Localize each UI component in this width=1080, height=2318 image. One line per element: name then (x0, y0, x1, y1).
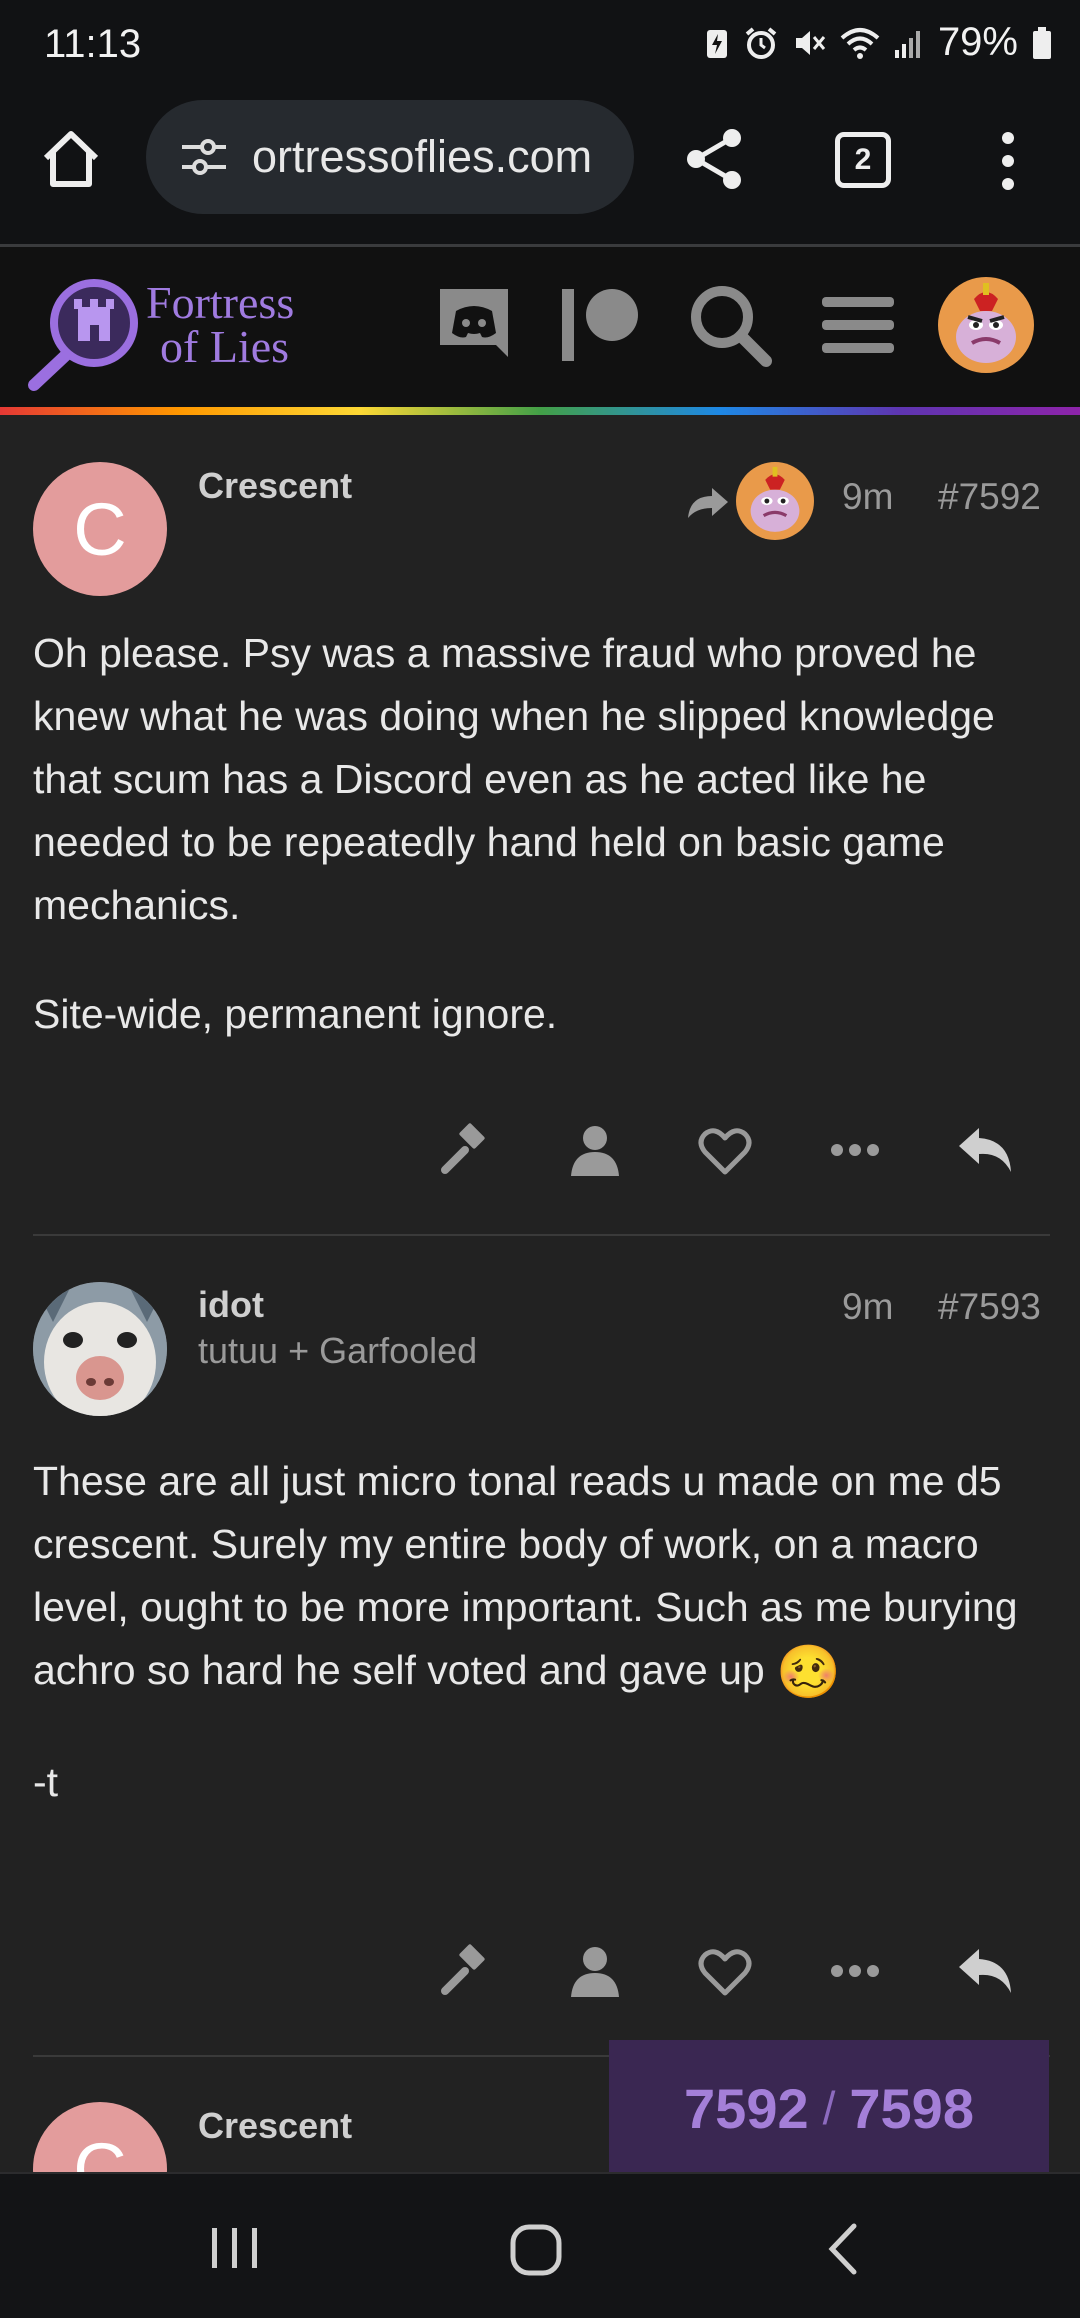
gavel-icon (441, 1944, 485, 1995)
username[interactable]: Crescent (198, 465, 352, 507)
url-text[interactable]: ortressoflies.com (252, 131, 592, 183)
wifi-icon (840, 27, 880, 59)
post-body: These are all just micro tonal reads u m… (33, 1450, 1053, 1860)
heart-icon (698, 1949, 752, 1996)
logo-text: Fortress of Lies (146, 277, 295, 372)
cat-photo-avatar (33, 1282, 167, 1416)
user-icon (571, 1126, 619, 1176)
discord-icon (440, 289, 508, 357)
username[interactable]: Crescent (198, 2105, 352, 2147)
more-button[interactable] (820, 1936, 890, 2006)
gavel-icon (441, 1123, 485, 1174)
alarm-icon (745, 26, 777, 59)
site-settings-icon[interactable] (176, 129, 232, 185)
reply-to-avatar (736, 462, 814, 540)
back-nav-icon (828, 2223, 857, 2275)
logo-line2: of Lies (160, 321, 290, 372)
address-bar[interactable]: ortressoflies.com (146, 100, 634, 214)
tabs-button[interactable]: 2 (835, 132, 891, 188)
heart-icon (698, 1128, 752, 1175)
like-button[interactable] (690, 1115, 760, 1185)
logo-line1: Fortress (146, 277, 295, 328)
reply-to-indicator[interactable] (686, 460, 816, 540)
system-nav-bar (0, 2172, 1080, 2318)
rainbow-divider (0, 407, 1080, 415)
username[interactable]: idot (198, 1284, 264, 1326)
user-card-button[interactable] (560, 1115, 630, 1185)
signal-icon (894, 30, 920, 58)
post-time[interactable]: 9m (842, 1286, 893, 1328)
avatar-letter: C (73, 487, 127, 571)
user-avatar (938, 277, 1034, 373)
post-number[interactable]: #7592 (938, 476, 1041, 518)
menu-button[interactable] (990, 126, 1030, 196)
post-actions (0, 1936, 1080, 2016)
post: C Crescent 9m #7592 Oh please. Psy was a… (0, 415, 1080, 1235)
home-icon (43, 131, 99, 187)
avatar-letter: C (73, 2127, 127, 2173)
post-paragraph: These are all just micro tonal reads u m… (33, 1450, 1053, 1705)
current-user-avatar[interactable] (938, 277, 1034, 373)
flag-button[interactable] (432, 1115, 502, 1185)
woozy-face-emoji: 🥴 (776, 1643, 841, 1702)
progress-separator: / (822, 2082, 836, 2134)
more-dots-icon (831, 1144, 879, 1156)
status-bar: 11:13 79% (0, 0, 1080, 96)
battery-percent: 79% (937, 20, 1018, 64)
recent-apps-button[interactable] (200, 2214, 270, 2284)
hamburger-icon (822, 297, 894, 353)
post-paragraph: Oh please. Psy was a massive fraud who p… (33, 630, 995, 928)
post-number[interactable]: #7593 (938, 1286, 1041, 1328)
user-icon (571, 1947, 619, 1997)
patreon-button[interactable] (556, 281, 644, 369)
home-button[interactable] (36, 124, 106, 194)
post-time[interactable]: 9m (842, 476, 893, 518)
topic-progress[interactable]: 7592 / 7598 (609, 2040, 1049, 2176)
more-button[interactable] (820, 1115, 890, 1185)
patreon-icon (562, 289, 638, 361)
poster-avatar[interactable]: C (33, 462, 167, 596)
poster-avatar[interactable]: C (33, 2102, 167, 2172)
flag-button[interactable] (432, 1936, 502, 2006)
user-title: tutuu + Garfooled (198, 1330, 478, 1371)
reply-button[interactable] (950, 1115, 1020, 1185)
status-icons: 79% (704, 20, 1052, 65)
menu-hamburger-button[interactable] (814, 281, 902, 369)
site-header: Fortress of Lies (0, 247, 1080, 407)
post-actions (0, 1115, 1080, 1195)
status-time: 11:13 (44, 22, 142, 66)
back-nav-button[interactable] (810, 2214, 880, 2284)
browser-toolbar: ortressoflies.com 2 (0, 96, 1080, 247)
post-paragraph: Site-wide, permanent ignore. (33, 991, 558, 1037)
battery-saver-icon (706, 29, 727, 58)
post-text: These are all just micro tonal reads u m… (33, 1458, 1018, 1693)
reply-button[interactable] (950, 1936, 1020, 2006)
share-icon (687, 129, 741, 189)
more-dots-icon (831, 1965, 879, 1977)
discord-button[interactable] (430, 281, 518, 369)
post-paragraph: -t (33, 1758, 59, 1805)
progress-current: 7592 (684, 2076, 809, 2140)
share-button[interactable] (680, 124, 750, 194)
progress-total: 7598 (849, 2076, 974, 2140)
user-card-button[interactable] (560, 1936, 630, 2006)
search-icon (691, 286, 772, 367)
home-nav-icon (510, 2224, 562, 2276)
post-body: Oh please. Psy was a massive fraud who p… (33, 622, 1053, 1092)
recent-apps-icon (212, 2228, 257, 2268)
reply-arrow-icon (688, 488, 728, 518)
search-button[interactable] (686, 281, 774, 369)
site-logo[interactable]: Fortress of Lies (28, 271, 338, 391)
tab-count[interactable]: 2 (835, 132, 891, 188)
battery-icon (1033, 26, 1051, 59)
like-button[interactable] (690, 1936, 760, 2006)
menu-dots-icon (1002, 132, 1014, 190)
home-nav-button[interactable] (500, 2214, 572, 2286)
mute-icon (795, 30, 826, 55)
logo-magnifier-icon (28, 279, 138, 391)
reply-icon (959, 1949, 1011, 1993)
post: idot tutuu + Garfooled 9m #7593 These ar… (0, 1236, 1080, 2056)
poster-avatar[interactable] (33, 1282, 167, 1416)
reply-icon (959, 1128, 1011, 1172)
